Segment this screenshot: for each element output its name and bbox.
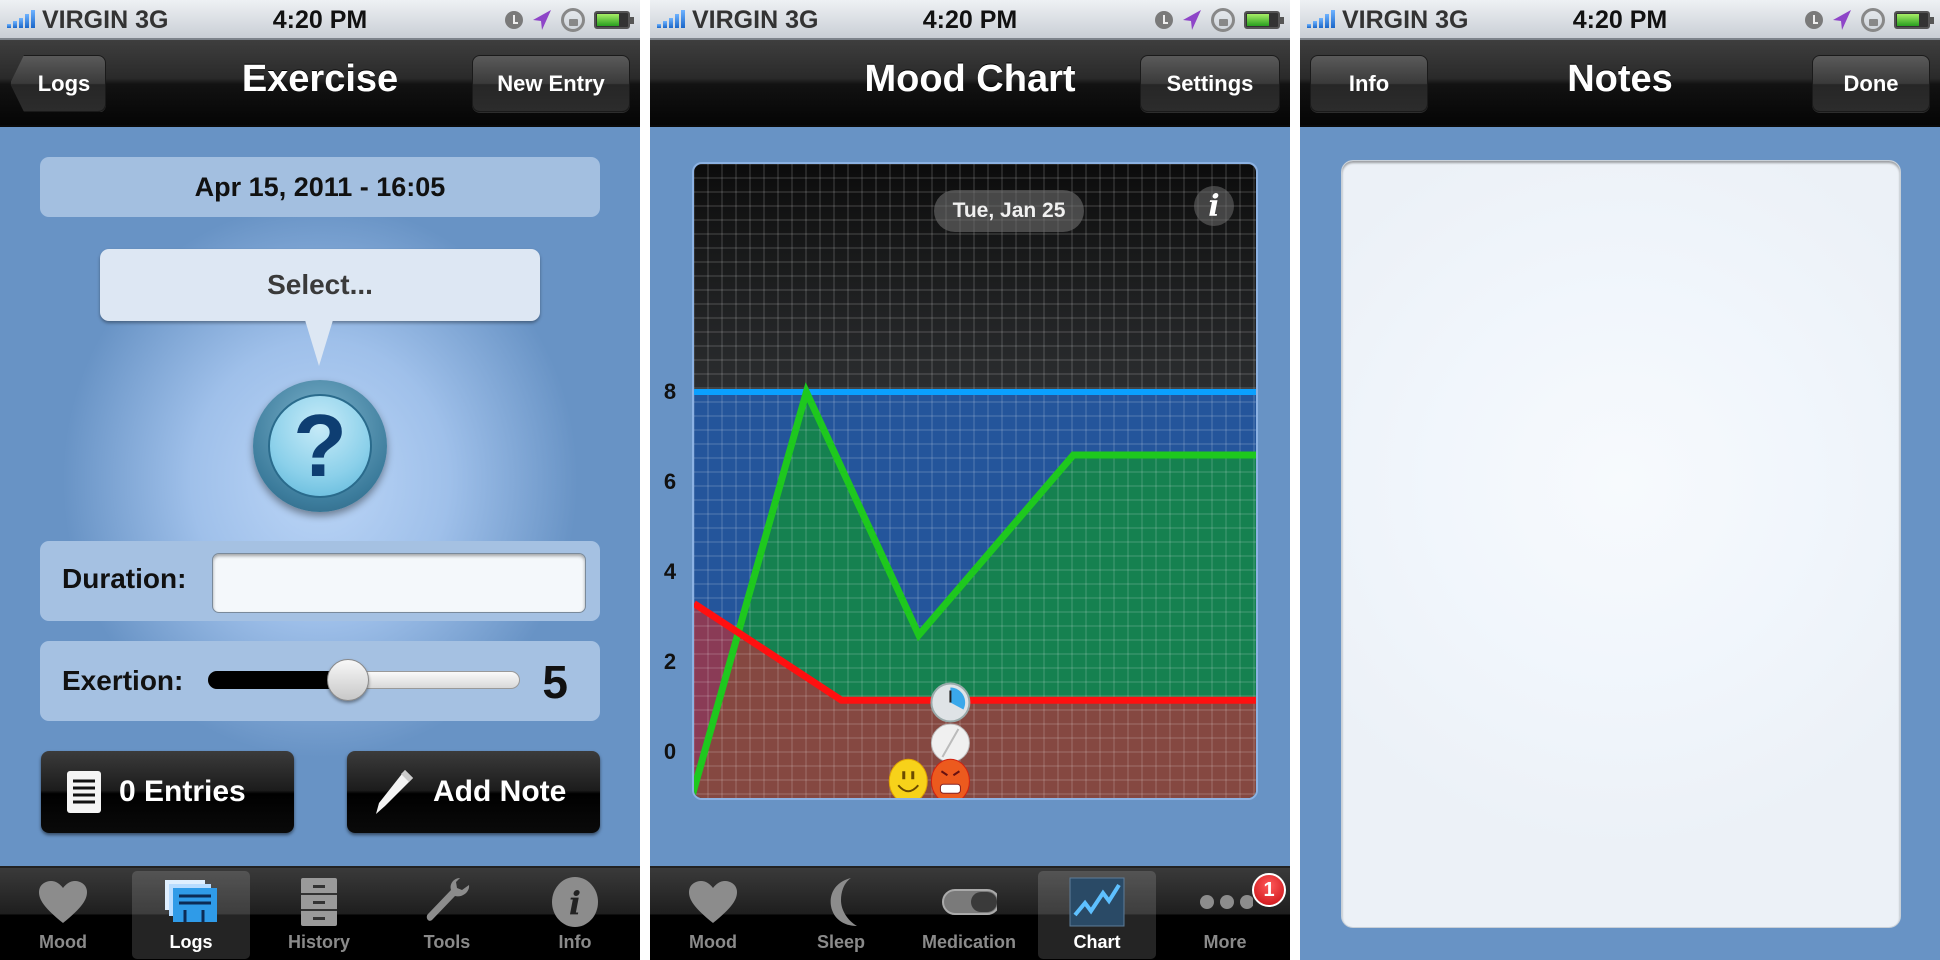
exertion-label: Exertion: [62, 665, 184, 696]
heart-icon [39, 881, 87, 923]
location-arrow-icon [1833, 10, 1851, 30]
tab-chart[interactable]: Chart [1038, 871, 1156, 959]
tab-medication[interactable]: Medication [910, 871, 1028, 959]
note-textarea[interactable] [1341, 160, 1901, 928]
status-bar: VIRGIN 3G 4:20 PM [650, 0, 1290, 40]
exertion-slider[interactable] [208, 659, 520, 701]
clock-icon[interactable] [930, 682, 971, 723]
pill-icon [942, 889, 997, 915]
activity-select-bubble[interactable]: Select... [100, 249, 540, 321]
moon-icon [830, 878, 857, 926]
location-arrow-icon [1183, 10, 1201, 30]
pill-icon[interactable] [930, 723, 970, 763]
notification-badge: 1 [1252, 873, 1286, 907]
y-tick-label: 0 [663, 739, 677, 764]
tab-history[interactable]: History [260, 871, 378, 959]
nav-bar: Mood Chart Settings [650, 40, 1290, 127]
duration-input[interactable] [212, 553, 586, 613]
location-arrow-icon [533, 10, 551, 30]
entries-label: 0 Entries [119, 775, 246, 808]
svg-text:i: i [569, 884, 581, 922]
y-tick-label: 4 [663, 559, 677, 584]
mood-chart-screen: VIRGIN 3G 4:20 PM Mood Chart Settings 0 2… [650, 0, 1290, 960]
tab-logs[interactable]: Logs [132, 871, 250, 959]
chart-info-button[interactable]: i [1194, 186, 1234, 226]
notes-screen: VIRGIN 3G 4:20 PM Info Notes Done [1300, 0, 1940, 960]
tab-bar: Mood Sleep Medication Chart More 1 [650, 866, 1290, 960]
rotation-lock-icon [1211, 8, 1235, 32]
tab-more[interactable]: More 1 [1166, 871, 1286, 959]
bubble-tail [305, 320, 333, 366]
rotation-lock-icon [561, 8, 585, 32]
logs-icon [165, 880, 217, 922]
alarm-icon [1805, 11, 1823, 29]
tab-tools[interactable]: Tools [388, 871, 506, 959]
slider-thumb[interactable] [327, 659, 370, 701]
battery-icon [594, 11, 634, 29]
add-note-button[interactable]: Add Note [347, 751, 600, 833]
tab-info[interactable]: i Info [516, 871, 634, 959]
nav-bar: Logs Exercise New Entry [0, 40, 640, 127]
status-bar: VIRGIN 3G 4:20 PM [0, 0, 640, 40]
tab-mood[interactable]: Mood [654, 871, 772, 959]
done-button[interactable]: Done [1812, 55, 1930, 112]
smiley-angry-icon[interactable] [930, 758, 970, 798]
date-pill[interactable]: Tue, Jan 25 [934, 190, 1084, 232]
chart-plot [694, 164, 1256, 798]
date-time-field[interactable]: Apr 15, 2011 - 16:05 [40, 157, 600, 217]
alarm-icon [505, 11, 523, 29]
exertion-value: 5 [542, 656, 568, 708]
status-bar: VIRGIN 3G 4:20 PM [1300, 0, 1940, 40]
list-icon [67, 771, 101, 813]
tab-sleep[interactable]: Sleep [782, 871, 900, 959]
smiley-happy-icon[interactable] [888, 758, 928, 798]
y-tick-label: 8 [663, 379, 677, 404]
wrench-icon [426, 878, 470, 921]
entries-button[interactable]: 0 Entries [41, 751, 294, 833]
add-note-label: Add Note [433, 775, 567, 808]
settings-button[interactable]: Settings [1140, 55, 1280, 112]
tab-bar: Mood Logs History Tools i Info [0, 866, 640, 960]
new-entry-button[interactable]: New Entry [472, 55, 630, 112]
pencil-icon [376, 770, 413, 814]
exertion-row: Exertion: 5 [40, 641, 600, 721]
more-icon [1200, 895, 1253, 909]
battery-icon [1894, 11, 1934, 29]
info-icon: i [552, 877, 598, 927]
exercise-screen: VIRGIN 3G 4:20 PM Logs Exercise New Entr… [0, 0, 640, 960]
y-tick-label: 6 [663, 469, 677, 494]
chart-icon [1069, 877, 1125, 927]
alarm-icon [1155, 11, 1173, 29]
activity-select-button[interactable]: ? [253, 380, 387, 512]
question-mark-icon: ? [268, 394, 372, 498]
battery-icon [1244, 11, 1284, 29]
duration-label: Duration: [62, 563, 187, 594]
heart-icon [689, 881, 737, 923]
cabinet-icon [301, 878, 337, 926]
mood-chart[interactable]: Tue, Jan 25 i [692, 162, 1258, 800]
tab-mood[interactable]: Mood [4, 871, 122, 959]
nav-bar: Info Notes Done [1300, 40, 1940, 127]
y-tick-label: 2 [663, 649, 677, 674]
rotation-lock-icon [1861, 8, 1885, 32]
duration-row: Duration: [40, 541, 600, 621]
